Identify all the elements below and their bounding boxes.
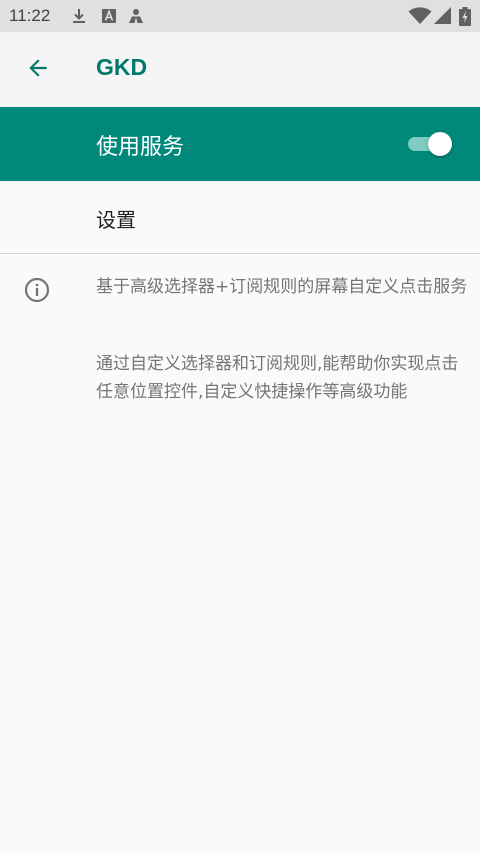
service-toggle[interactable] — [408, 132, 454, 156]
info-description-1: 基于高级选择器+订阅规则的屏幕自定义点击服务 — [96, 277, 468, 297]
cell-signal-icon — [434, 7, 452, 25]
info-description-2: 通过自定义选择器和订阅规则,能帮助你实现点击任意位置控件,自定义快捷操作等高级功… — [96, 354, 459, 402]
download-icon — [70, 7, 88, 25]
battery-charging-icon — [459, 6, 471, 26]
toggle-thumb — [428, 132, 452, 156]
status-time: 11:22 — [9, 6, 51, 25]
divider — [0, 253, 480, 254]
page-title: GKD — [96, 54, 148, 80]
settings-row[interactable]: 设置 — [0, 181, 480, 253]
back-button[interactable] — [14, 46, 62, 94]
settings-label: 设置 — [96, 208, 136, 232]
info-icon — [24, 277, 50, 303]
use-service-row[interactable]: 使用服务 — [0, 107, 480, 181]
status-bar: 11:22 — [0, 0, 480, 32]
wifi-icon — [408, 7, 432, 25]
arrow-back-icon — [25, 55, 51, 85]
app-bar: GKD — [0, 32, 480, 107]
person-icon — [128, 7, 144, 25]
use-service-label: 使用服务 — [96, 135, 185, 160]
text-a-icon — [102, 7, 116, 25]
